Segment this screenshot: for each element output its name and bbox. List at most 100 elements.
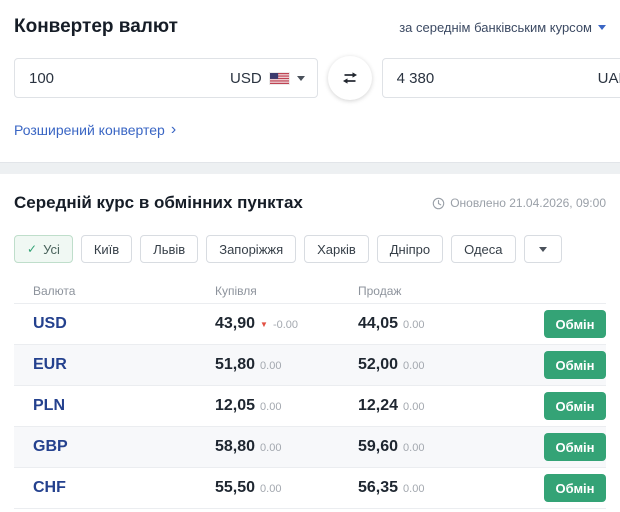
table-header: Валюта Купівля Продаж	[14, 278, 606, 303]
action-cell: Обмін	[536, 474, 606, 502]
sell-change: 0.00	[403, 442, 425, 454]
sell-rate: 44,05 0.00	[358, 315, 536, 333]
chip-label: Запоріжжя	[219, 241, 284, 257]
chevron-down-icon	[296, 75, 305, 81]
from-amount-box: USD	[14, 58, 318, 98]
sell-rate: 56,35 0.00	[358, 479, 536, 497]
page-title: Конвертер валют	[14, 16, 178, 37]
swap-arrows-icon	[342, 72, 357, 84]
updated-timestamp: Оновлено 21.04.2026, 09:00	[432, 196, 606, 210]
header-buy: Купівля	[215, 283, 257, 298]
header-currency: Валюта	[33, 283, 76, 298]
chip-city[interactable]: Дніпро	[376, 235, 444, 263]
trend-down-icon: ▼	[260, 319, 268, 329]
sell-rate: 59,60 0.00	[358, 438, 536, 456]
buy-value: 55,50	[215, 479, 256, 496]
us-flag-icon	[268, 71, 290, 85]
chip-label: Львів	[153, 241, 186, 257]
advanced-converter-link[interactable]: Розширений конвертер ›	[14, 121, 177, 139]
from-amount-input[interactable]	[27, 68, 230, 88]
sell-value: 52,00	[358, 356, 399, 373]
exchange-button[interactable]: Обмін	[544, 310, 606, 338]
sell-value: 12,24	[358, 397, 399, 414]
chip-label: Київ	[93, 241, 120, 257]
currency-code-link[interactable]: PLN	[33, 397, 215, 415]
buy-value: 51,80	[215, 356, 256, 373]
buy-change: 0.00	[260, 442, 282, 454]
to-currency-code: UAH	[597, 69, 620, 87]
exchange-button[interactable]: Обмін	[544, 392, 606, 420]
table-row: USD 43,90 ▼ -0.00 44,05 0.00 Обмін	[14, 303, 606, 344]
buy-change: 0.00	[260, 401, 282, 413]
to-currency-select[interactable]: UAH	[598, 70, 620, 87]
from-currency-code: USD	[230, 69, 262, 87]
buy-change: 0.00	[260, 360, 282, 372]
exchange-section: Середній курс в обмінних пунктах Оновлен…	[0, 174, 620, 509]
rate-type-label: за середнім банківським курсом	[399, 19, 592, 35]
clock-icon	[432, 197, 445, 209]
sell-value: 44,05	[358, 315, 399, 332]
action-cell: Обмін	[536, 392, 606, 420]
sell-rate: 12,24 0.00	[358, 397, 536, 415]
from-currency-select[interactable]: USD	[230, 70, 305, 87]
currency-code-link[interactable]: USD	[33, 315, 215, 333]
to-amount-box: UAH	[381, 58, 620, 98]
buy-rate: 51,80 0.00	[215, 356, 358, 374]
sell-change: 0.00	[403, 483, 425, 495]
converter-header: Конвертер валют за середнім банківським …	[14, 0, 606, 38]
chevron-down-icon	[598, 24, 606, 30]
chevron-right-icon: ›	[170, 121, 177, 138]
section-divider	[0, 162, 620, 174]
rate-type-selector[interactable]: за середнім банківським курсом	[399, 20, 606, 35]
sell-value: 59,60	[358, 438, 399, 455]
header-sell: Продаж	[358, 283, 402, 298]
buy-change: -0.00	[272, 319, 299, 331]
buy-value: 58,80	[215, 438, 256, 455]
currency-code-link[interactable]: EUR	[33, 356, 215, 374]
table-row: PLN 12,05 0.00 12,24 0.00 Обмін	[14, 385, 606, 426]
advanced-converter-label: Розширений конвертер	[14, 122, 165, 138]
chip-city[interactable]: Одеса	[451, 235, 516, 263]
sell-change: 0.00	[403, 360, 425, 372]
sell-change: 0.00	[403, 319, 425, 331]
exchange-title: Середній курс в обмінних пунктах	[14, 193, 303, 212]
chip-city[interactable]: Київ	[80, 235, 133, 263]
exchange-button[interactable]: Обмін	[544, 351, 606, 379]
updated-text: Оновлено 21.04.2026, 09:00	[450, 196, 606, 210]
buy-rate: 58,80 0.00	[215, 438, 358, 456]
exchange-button[interactable]: Обмін	[544, 474, 606, 502]
converter-row: USD	[14, 56, 620, 100]
swap-currencies-button[interactable]	[327, 56, 372, 100]
action-cell: Обмін	[536, 351, 606, 379]
buy-value: 12,05	[215, 397, 256, 414]
chip-label: Харків	[317, 241, 356, 257]
chip-city[interactable]: Львів	[140, 235, 199, 263]
table-row: CHF 55,50 0.00 56,35 0.00 Обмін	[14, 467, 606, 508]
sell-change: 0.00	[403, 401, 425, 413]
table-row: GBP 58,80 0.00 59,60 0.00 Обмін	[14, 426, 606, 467]
chevron-down-icon	[538, 246, 547, 252]
table-row: EUR 51,80 0.00 52,00 0.00 Обмін	[14, 344, 606, 385]
currency-code-link[interactable]: GBP	[33, 438, 215, 456]
chip-city[interactable]: Харків	[304, 235, 369, 263]
currency-code-link[interactable]: CHF	[33, 479, 215, 497]
buy-rate: 43,90 ▼ -0.00	[215, 315, 358, 333]
chip-label: Усі	[43, 241, 60, 257]
check-icon: ✓	[27, 242, 38, 256]
to-amount-input[interactable]	[394, 68, 598, 88]
converter-section: Конвертер валют за середнім банківським …	[0, 0, 620, 162]
chip-city[interactable]: Запоріжжя	[206, 235, 297, 263]
more-cities-dropdown[interactable]	[523, 235, 562, 263]
chip-label: Дніпро	[389, 241, 431, 257]
sell-rate: 52,00 0.00	[358, 356, 536, 374]
buy-change: 0.00	[260, 483, 282, 495]
buy-value: 43,90	[215, 315, 256, 332]
buy-rate: 12,05 0.00	[215, 397, 358, 415]
exchange-button[interactable]: Обмін	[544, 433, 606, 461]
chip-label: Одеса	[464, 241, 503, 257]
sell-value: 56,35	[358, 479, 399, 496]
buy-rate: 55,50 0.00	[215, 479, 358, 497]
exchange-header: Середній курс в обмінних пунктах Оновлен…	[14, 174, 606, 213]
chip-all-cities[interactable]: ✓ Усі	[14, 235, 73, 263]
city-filter-chips: ✓ Усі Київ Львів Запоріжжя Харків Дніпро…	[14, 235, 606, 263]
